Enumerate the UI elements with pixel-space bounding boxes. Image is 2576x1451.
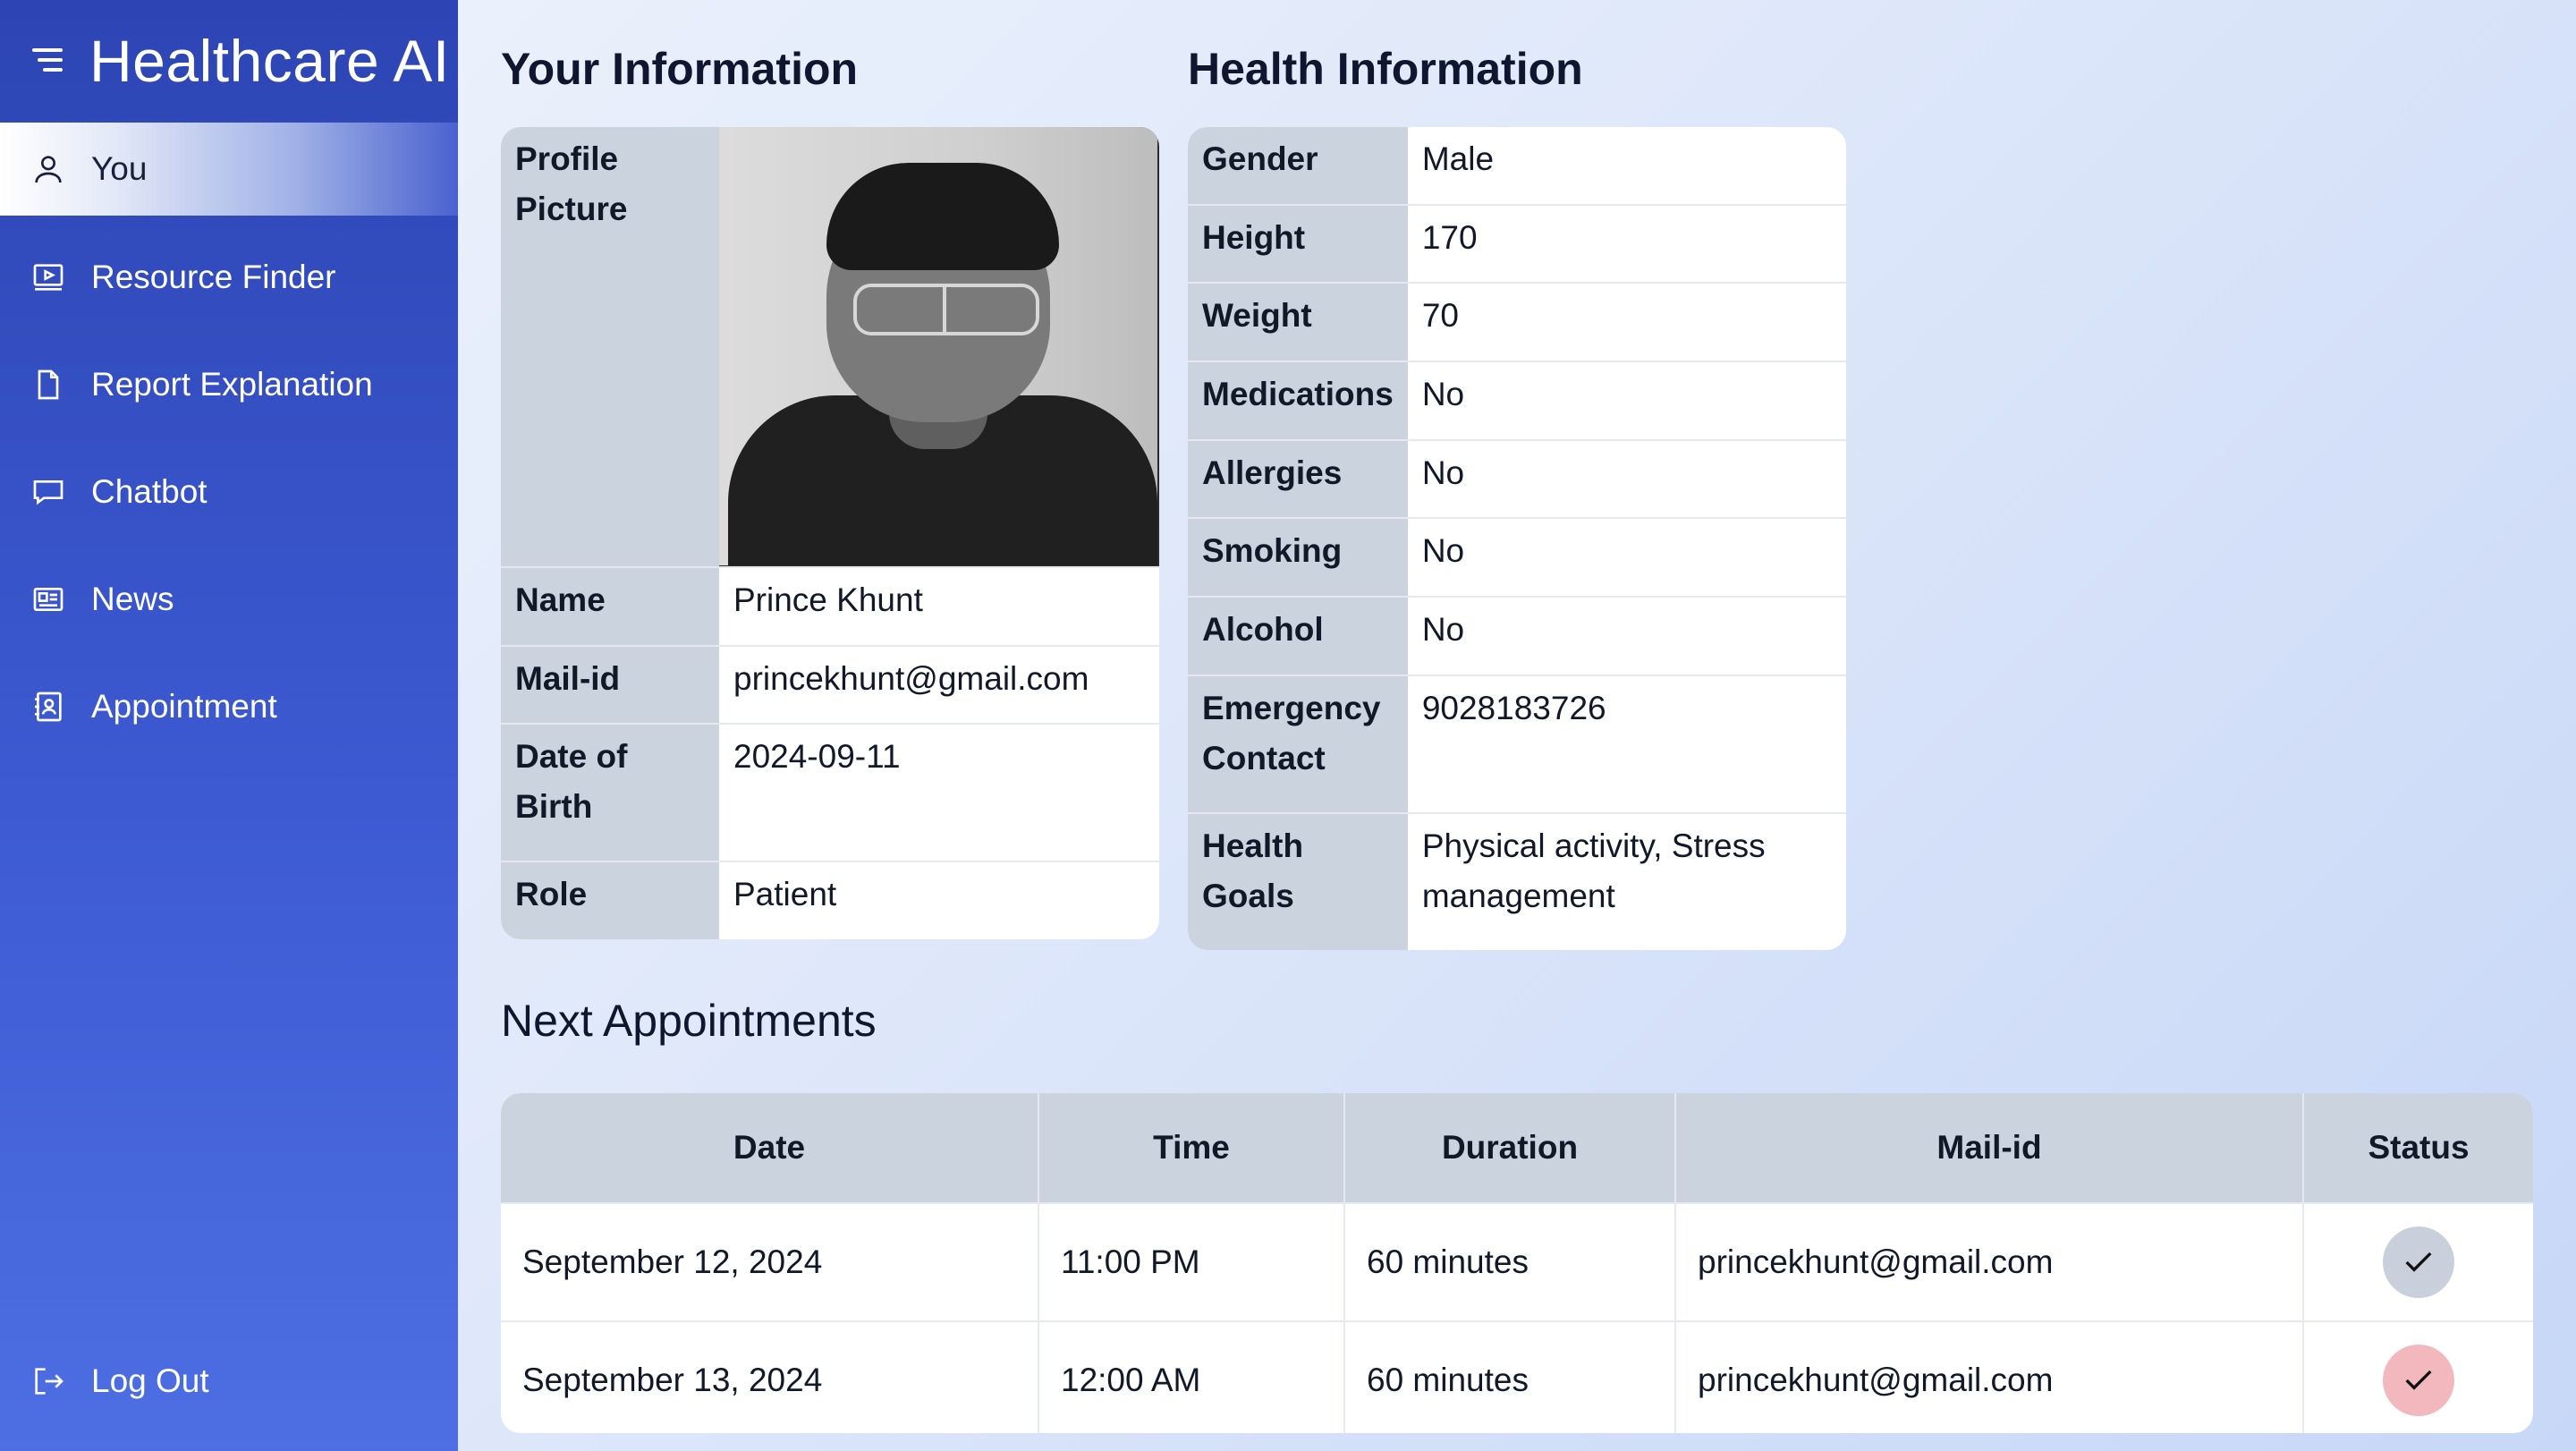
profile-picture-label: Profile Picture	[501, 127, 719, 568]
smoking-value: No	[1407, 518, 1846, 598]
name-value: Prince Khunt	[719, 567, 1159, 647]
chat-icon	[30, 474, 66, 510]
appointment-date: September 13, 2024	[501, 1320, 1039, 1433]
table-header-row: Date Time Duration Mail-id Status	[501, 1093, 2533, 1203]
appointment-status-cell	[2303, 1320, 2533, 1433]
allergies-label: Allergies	[1188, 439, 1408, 520]
smoking-label: Smoking	[1188, 518, 1408, 598]
logout-icon	[30, 1363, 66, 1399]
table-row: Height 170	[1188, 204, 1846, 284]
status-button[interactable]	[2383, 1345, 2454, 1416]
emergency-contact-value: 9028183726	[1407, 675, 1846, 814]
document-icon	[30, 367, 66, 403]
column-header-date: Date	[501, 1093, 1039, 1203]
table-row: Emergency Contact 9028183726	[1188, 675, 1846, 814]
appointment-mail: princekhunt@gmail.com	[1675, 1202, 2304, 1321]
table-row: September 12, 2024 11:00 PM 60 minutes p…	[501, 1202, 2533, 1321]
appointment-duration: 60 minutes	[1344, 1202, 1676, 1321]
health-info-heading: Health Information	[1188, 44, 1583, 94]
mail-label: Mail-id	[501, 645, 719, 726]
table-row: Medications No	[1188, 361, 1846, 441]
table-row: Alcohol No	[1188, 597, 1846, 676]
checkmark-icon	[2405, 1252, 2432, 1272]
health-goals-value: Physical activity, Stress management	[1421, 827, 1766, 914]
sidebar-item-label: You	[91, 150, 148, 187]
column-header-status: Status	[2303, 1093, 2533, 1203]
name-label: Name	[501, 567, 719, 647]
table-row: Gender Male	[1188, 127, 1846, 206]
alcohol-value: No	[1407, 597, 1846, 676]
sidebar-item-news[interactable]: News	[0, 553, 458, 646]
gender-label: Gender	[1188, 127, 1408, 206]
menu-icon[interactable]	[32, 48, 63, 73]
appointment-status-cell	[2303, 1202, 2533, 1321]
health-info-card: Gender Male Height 170 Weight 70 Medication…	[1188, 127, 1846, 950]
column-header-time: Time	[1038, 1093, 1345, 1203]
appointment-time: 12:00 AM	[1038, 1320, 1345, 1433]
table-row: Profile Picture	[501, 127, 1159, 568]
health-goals-label: Health Goals	[1188, 812, 1408, 950]
appointment-date: September 12, 2024	[501, 1202, 1039, 1321]
logout-label: Log Out	[91, 1362, 209, 1399]
app-title: Healthcare AI	[89, 28, 450, 94]
emergency-contact-label: Emergency Contact	[1188, 675, 1408, 814]
user-icon	[30, 151, 66, 187]
sidebar-item-label: News	[91, 581, 174, 617]
medications-value: No	[1407, 361, 1846, 441]
dob-label: Date of Birth	[501, 724, 719, 863]
sidebar-item-resource-finder[interactable]: Resource Finder	[0, 231, 458, 324]
table-row: Smoking No	[1188, 518, 1846, 598]
profile-photo	[719, 127, 1157, 565]
sidebar-item-appointment[interactable]: Appointment	[0, 660, 458, 753]
dob-value: 2024-09-11	[719, 724, 1159, 863]
sidebar: Healthcare AI You Resource Finder Report…	[0, 0, 458, 1451]
weight-value: 70	[1407, 283, 1846, 362]
mail-value: princekhunt@gmail.com	[719, 645, 1159, 726]
newspaper-icon	[30, 581, 66, 617]
sidebar-item-label: Resource Finder	[91, 259, 336, 295]
appointment-time: 11:00 PM	[1038, 1202, 1345, 1321]
appointments-heading: Next Appointments	[501, 996, 877, 1046]
column-header-mail: Mail-id	[1675, 1093, 2304, 1203]
table-row: September 13, 2024 12:00 AM 60 minutes p…	[501, 1320, 2533, 1433]
sidebar-item-label: Chatbot	[91, 473, 208, 510]
height-label: Height	[1188, 204, 1408, 284]
table-row: Role Patient	[501, 861, 1159, 939]
weight-label: Weight	[1188, 283, 1408, 362]
column-header-duration: Duration	[1344, 1093, 1676, 1203]
height-value: 170	[1407, 204, 1846, 284]
sidebar-item-label: Report Explanation	[91, 366, 373, 403]
video-icon	[30, 259, 66, 295]
your-info-card: Profile Picture Name Prince Khunt Mail-i…	[501, 127, 1159, 939]
your-info-heading: Your Information	[501, 44, 859, 94]
alcohol-label: Alcohol	[1188, 597, 1408, 676]
appointment-duration: 60 minutes	[1344, 1320, 1676, 1433]
role-label: Role	[501, 861, 719, 939]
allergies-value: No	[1407, 439, 1846, 520]
sidebar-item-chatbot[interactable]: Chatbot	[0, 445, 458, 539]
checkmark-icon	[2405, 1370, 2432, 1390]
gender-value: Male	[1407, 127, 1846, 206]
status-button[interactable]	[2383, 1226, 2454, 1298]
appointment-mail: princekhunt@gmail.com	[1675, 1320, 2304, 1433]
sidebar-item-report-explanation[interactable]: Report Explanation	[0, 338, 458, 431]
table-row: Allergies No	[1188, 439, 1846, 520]
table-row: Weight 70	[1188, 283, 1846, 362]
contact-book-icon	[30, 689, 66, 725]
medications-label: Medications	[1188, 361, 1408, 441]
table-row: Name Prince Khunt	[501, 567, 1159, 647]
sidebar-item-label: Appointment	[91, 688, 277, 725]
brand-header: Healthcare AI	[0, 0, 458, 123]
table-row: Health Goals Physical activity, Stress ma…	[1188, 812, 1846, 950]
table-row: Date of Birth 2024-09-11	[501, 724, 1159, 863]
profile-picture-cell	[719, 127, 1159, 568]
role-value: Patient	[733, 876, 837, 913]
logout-button[interactable]: Log Out	[0, 1335, 458, 1428]
table-row: Mail-id princekhunt@gmail.com	[501, 645, 1159, 726]
appointments-table: Date Time Duration Mail-id Status Septem…	[501, 1093, 2533, 1433]
sidebar-item-you[interactable]: You	[0, 123, 458, 216]
